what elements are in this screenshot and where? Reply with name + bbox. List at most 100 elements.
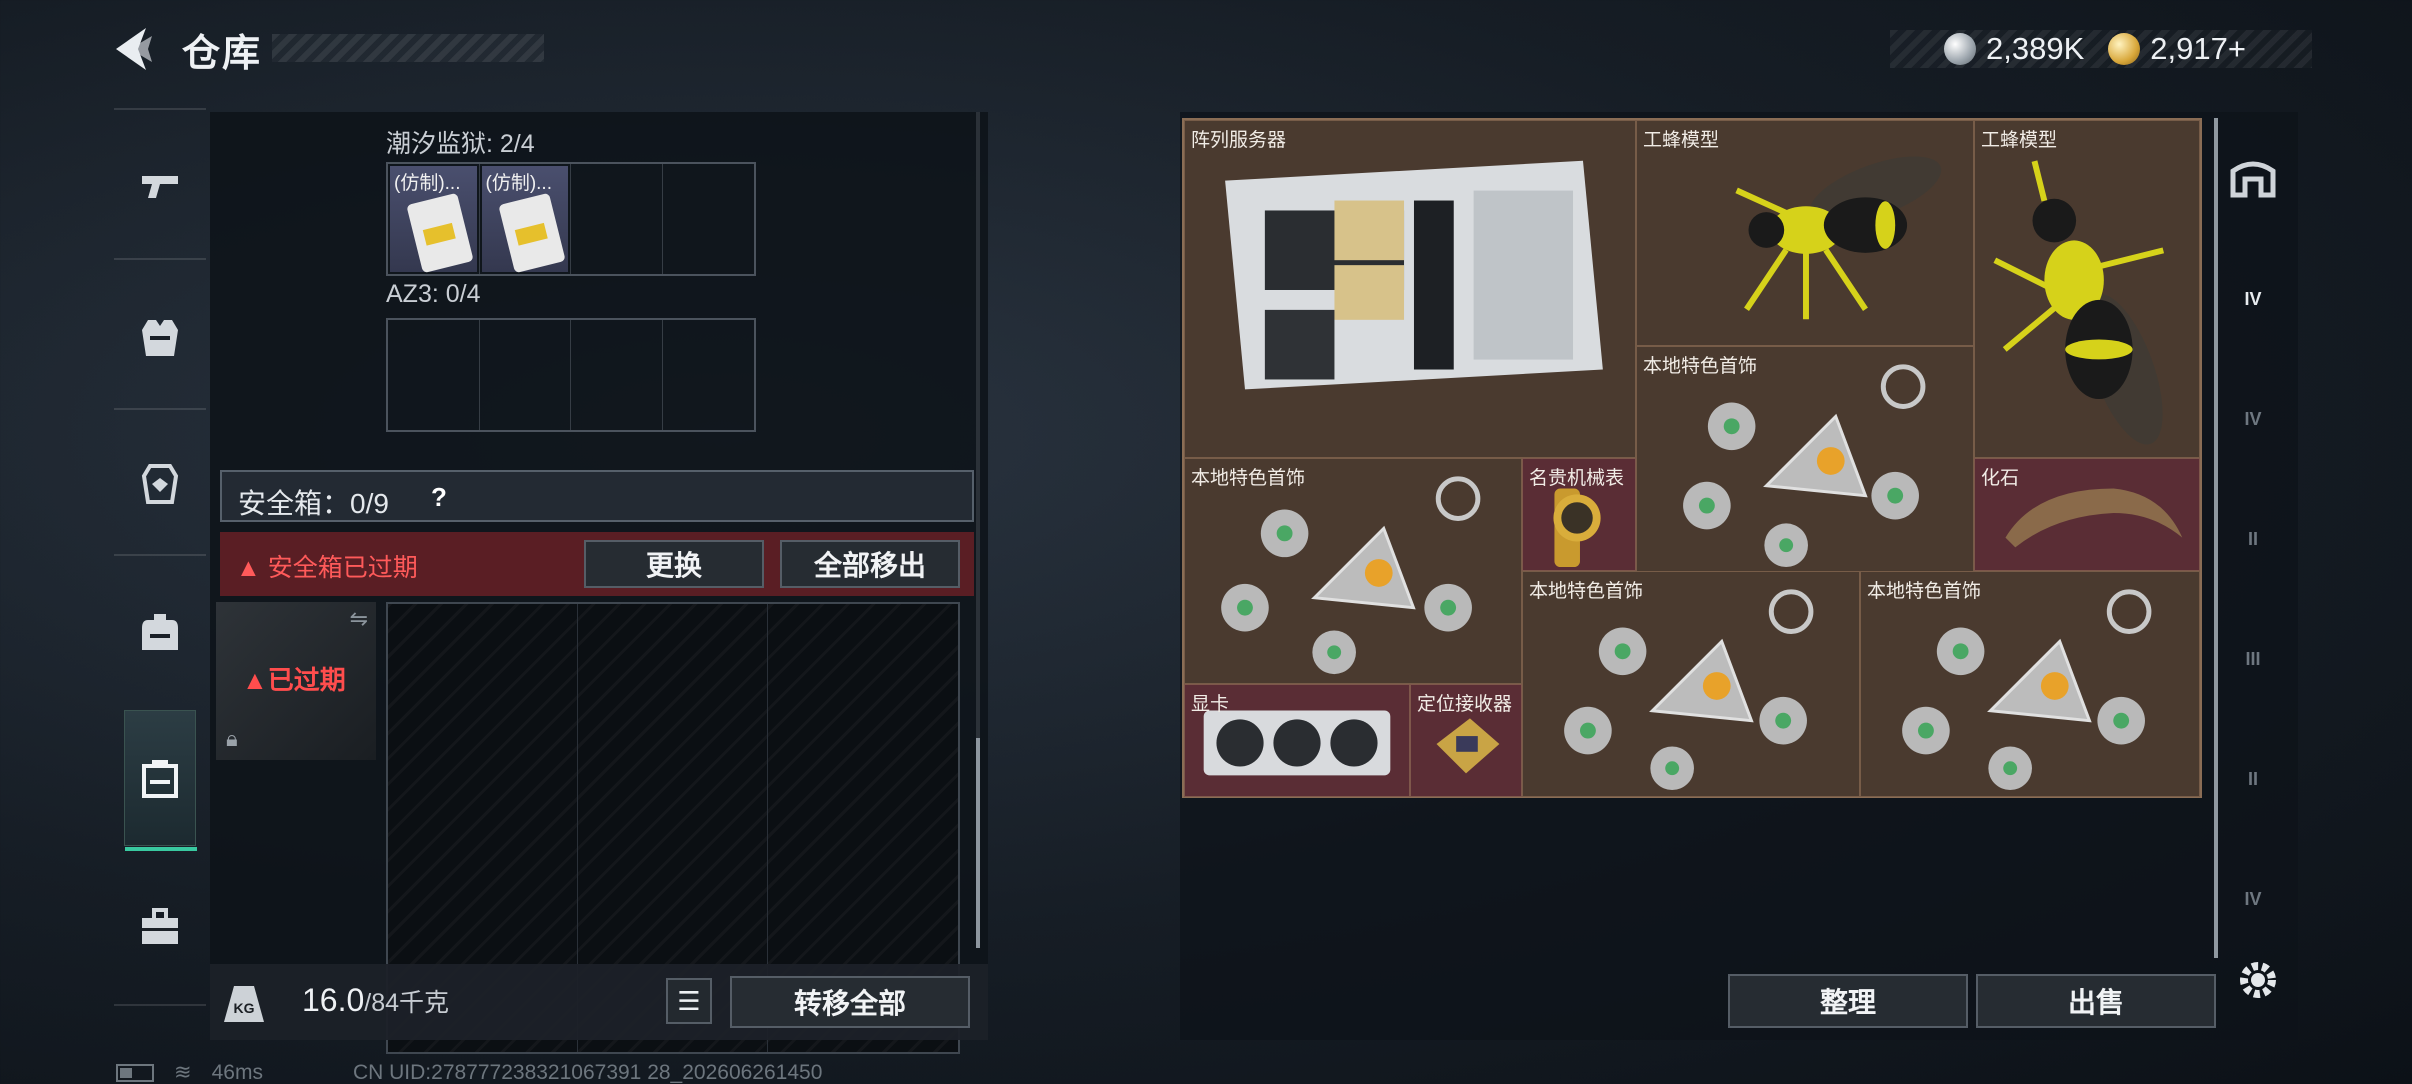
stash-item-local-jewelry[interactable]: 本地特色首饰: [1636, 346, 1974, 572]
gun-icon: [142, 176, 178, 198]
warning-icon: ▲: [236, 554, 268, 582]
home-icon: [2230, 161, 2276, 198]
sidebar-item-tier-4-case[interactable]: IV: [2224, 870, 2282, 928]
toolbox-icon: [142, 908, 178, 944]
safe-box-slot[interactable]: ⇋ ▲已过期 🔒︎: [216, 602, 376, 760]
stash-item-worker-bee-model[interactable]: 工蜂模型: [1636, 120, 1974, 346]
nav-armor[interactable]: [114, 268, 206, 408]
stash-item-worker-bee-model[interactable]: 工蜂模型: [1974, 120, 2200, 458]
imitation-card-item[interactable]: (仿制)...: [390, 166, 477, 274]
sidebar-item-stash-home[interactable]: [2224, 150, 2282, 208]
nav-safe-box[interactable]: [124, 710, 197, 851]
safe-box-header: 安全箱：0/9 ?: [220, 470, 974, 522]
nav-divider: [114, 554, 206, 556]
sidebar-item-tier-3-box[interactable]: III: [2224, 630, 2282, 688]
weight-icon: KG: [224, 986, 264, 1022]
nav-chest-rig[interactable]: [114, 414, 206, 554]
expired-warning-bar: ▲ 安全箱已过期 更换 全部移出: [220, 532, 974, 596]
settings-button[interactable]: [2234, 956, 2282, 1004]
grid-slot[interactable]: [663, 320, 755, 430]
swap-icon[interactable]: ⇋: [350, 606, 368, 632]
nav-divider: [114, 258, 206, 260]
sidebar-item-tier-4-safe[interactable]: IV: [2224, 270, 2282, 328]
scrollbar-thumb[interactable]: [976, 738, 980, 948]
item-name: 本地特色首饰: [1529, 581, 1644, 602]
grid-slot[interactable]: [480, 320, 571, 430]
keycard-icon: [406, 192, 474, 274]
sort-button[interactable]: 整理: [1728, 974, 1968, 1028]
scrollbar[interactable]: [976, 112, 980, 948]
expired-warning-text: ▲ 安全箱已过期: [236, 548, 418, 584]
remove-all-button[interactable]: 全部移出: [780, 540, 960, 588]
rig-icon: [141, 464, 179, 504]
expired-warning-label: 安全箱已过期: [267, 554, 418, 582]
stash-item-gps-receiver[interactable]: 定位接收器: [1410, 684, 1522, 797]
back-button[interactable]: [108, 22, 158, 76]
sidebar-item-tier-4-box[interactable]: IV: [2224, 390, 2282, 448]
item-name: (仿制)...: [485, 173, 553, 194]
title-decoration: [272, 34, 544, 62]
jewelry-icon: [1221, 476, 1481, 675]
tide-prison-grid: (仿制)... (仿制)...: [386, 162, 756, 276]
tier-4-box-icon: IV: [2244, 408, 2262, 429]
lock-icon: 🔒︎: [226, 726, 238, 751]
page-title: 仓库: [182, 33, 263, 75]
ping-value: 46ms: [211, 1060, 263, 1084]
grid-slot[interactable]: [388, 320, 480, 430]
wifi-icon: ≋: [174, 1061, 192, 1084]
nav-weapon[interactable]: [114, 116, 206, 256]
sidebar-item-tier-2-medkit[interactable]: II: [2224, 510, 2282, 568]
nav-divider: [114, 108, 206, 110]
list-view-button[interactable]: ☰: [666, 978, 712, 1024]
sidebar-item-tier-2-tool[interactable]: II: [2224, 750, 2282, 808]
stash-item-local-jewelry[interactable]: 本地特色首饰: [1184, 458, 1522, 684]
tier-3-box-icon: III: [2245, 648, 2261, 669]
silver-coin-icon: [1944, 33, 1976, 65]
nav-toolbox[interactable]: [114, 856, 206, 996]
grid-slot[interactable]: [571, 164, 663, 274]
stash-item-local-jewelry[interactable]: 本地特色首饰: [1522, 571, 1860, 797]
help-icon[interactable]: ?: [422, 478, 456, 516]
jewelry-icon: [1683, 364, 1926, 568]
equipment-panel: 潮汐监狱: 2/4 (仿制)... (仿制)... AZ3: 0/4 安全箱：0…: [210, 112, 988, 1054]
bee-icon: [1993, 160, 2165, 445]
gear-icon: [2240, 962, 2276, 998]
sell-button[interactable]: 出售: [1976, 974, 2216, 1028]
tier-2-tool-icon: II: [2247, 768, 2258, 789]
gold-amount: 2,917+: [2150, 31, 2246, 66]
keycard-icon: [497, 192, 566, 274]
grid-slot[interactable]: (仿制)...: [480, 164, 571, 274]
stash-item-graphics-card[interactable]: 显卡: [1184, 684, 1410, 797]
az3-grid: [386, 318, 756, 432]
imitation-card-item[interactable]: (仿制)...: [481, 166, 568, 274]
transfer-all-button[interactable]: 转移全部: [730, 976, 970, 1028]
gold-coin-icon: [2108, 33, 2141, 65]
stash-item-fossil[interactable]: 化石: [1974, 458, 2200, 571]
nav-backpack[interactable]: [114, 562, 206, 702]
stash-item-local-jewelry[interactable]: 本地特色首饰: [1860, 571, 2200, 797]
list-icon: ☰: [677, 985, 701, 1016]
vest-icon: [142, 320, 178, 356]
stash-item-luxury-watch[interactable]: 名贵机械表: [1522, 458, 1636, 571]
stash-item-array-server[interactable]: 阵列服务器: [1184, 120, 1636, 458]
item-name: (仿制)...: [394, 173, 461, 194]
weight-readout: 16.0/84千克: [302, 982, 449, 1019]
grid-slot[interactable]: [571, 320, 663, 430]
tier-4-safe-icon: IV: [2244, 288, 2262, 309]
sidebar-active-indicator: [2214, 118, 2218, 958]
tier-2-medkit-icon: II: [2247, 528, 2258, 549]
grid-slot[interactable]: [663, 164, 755, 274]
replace-button[interactable]: 更换: [584, 540, 764, 588]
server-icon: [1225, 160, 1603, 390]
nav-divider: [114, 408, 206, 410]
item-name: 工蜂模型: [1643, 130, 1720, 151]
bee-icon: [1735, 156, 1942, 320]
tide-prison-label: 潮汐监狱: 2/4: [386, 130, 535, 158]
jewelry-icon: [1564, 589, 1814, 791]
item-name: 化石: [1981, 468, 2020, 489]
grid-slot[interactable]: (仿制)...: [388, 164, 480, 274]
status-bar: ≋ 46ms CN UID:278777238321067391 28_2026…: [116, 1060, 822, 1084]
item-name: 阵列服务器: [1191, 130, 1287, 151]
item-name: 本地特色首饰: [1867, 581, 1982, 602]
safe-box-icon: [142, 760, 178, 798]
